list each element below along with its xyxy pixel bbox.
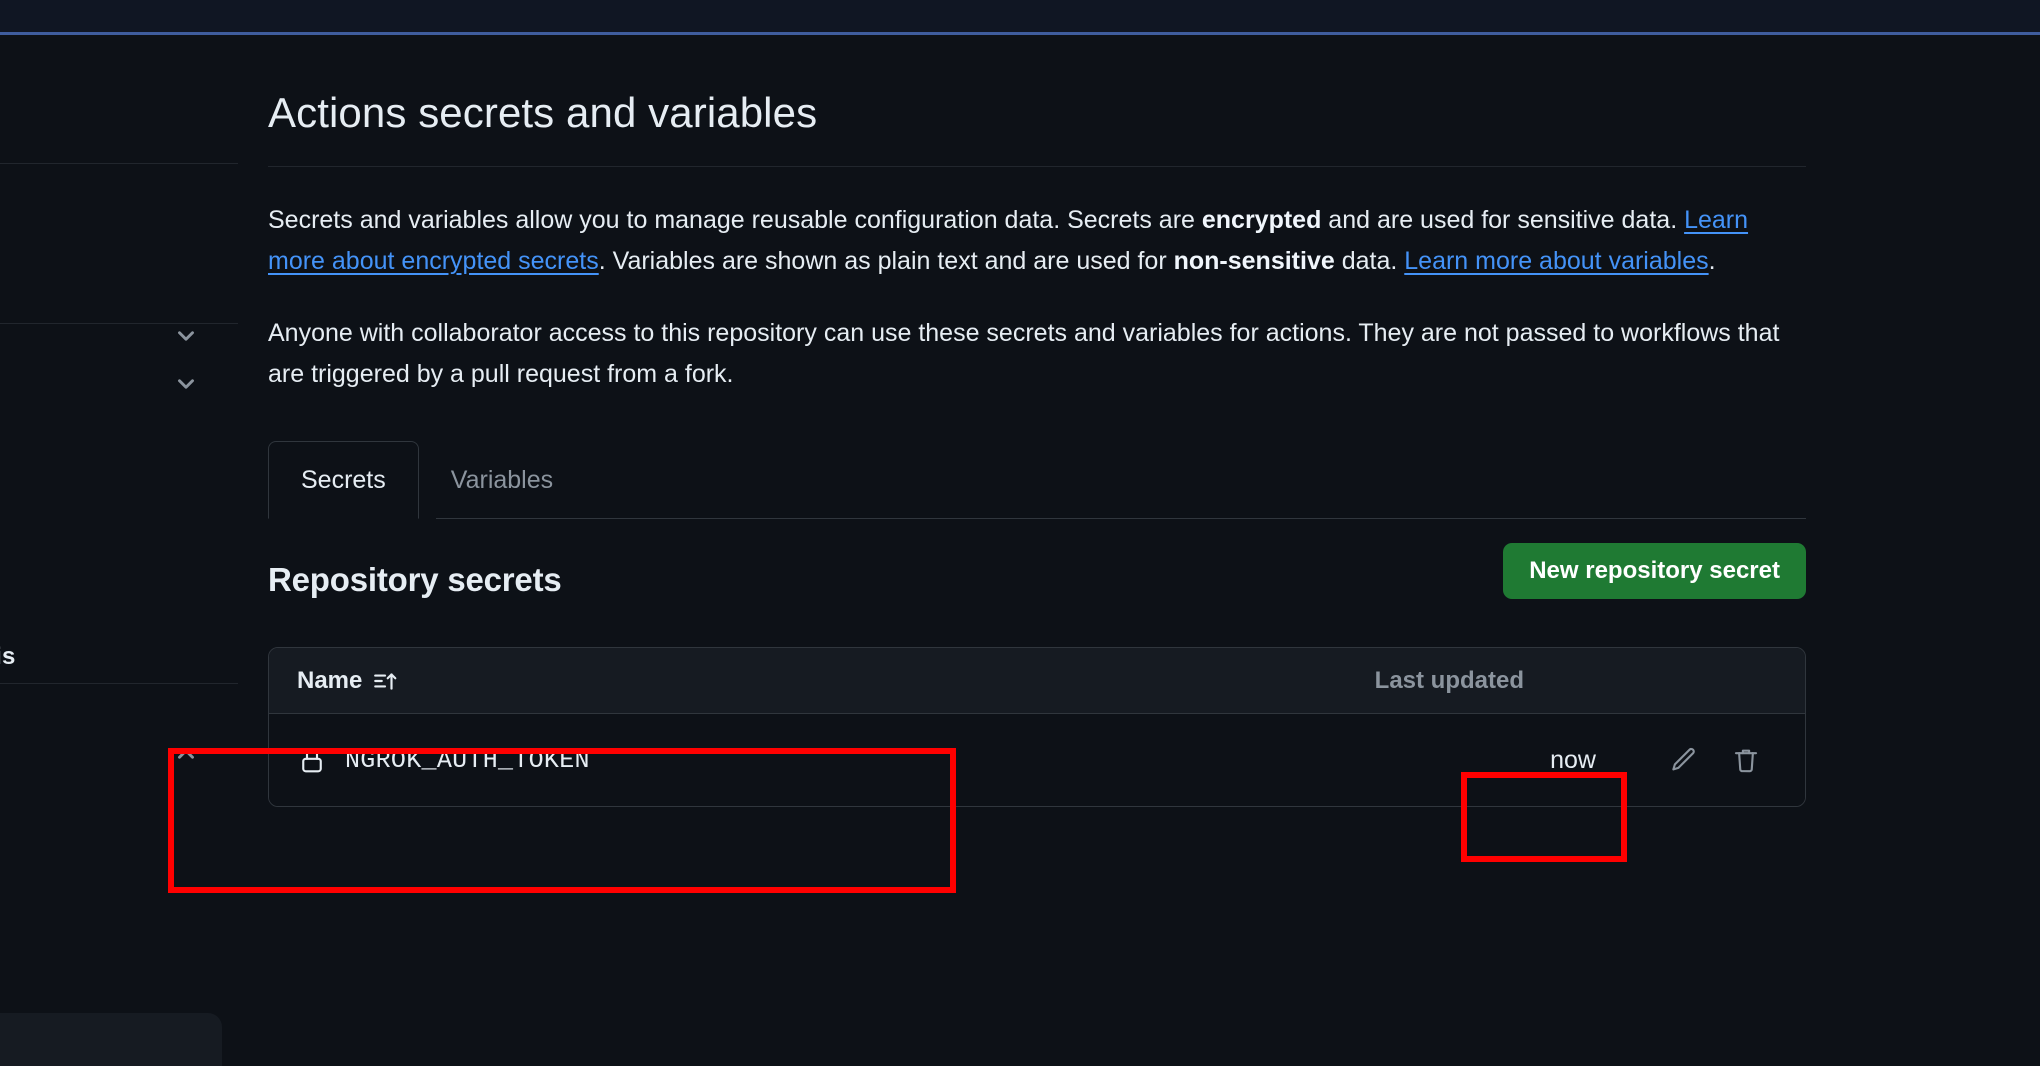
tab-variables-label: Variables: [450, 465, 554, 494]
delete-secret-button[interactable]: [1715, 729, 1777, 791]
sort-ascending-icon[interactable]: [372, 668, 398, 694]
table-row: NGROK_AUTH_TOKEN now: [269, 714, 1805, 807]
pencil-icon: [1672, 748, 1695, 771]
secrets-table-header: Name Last updated: [269, 648, 1805, 715]
chevron-down-icon[interactable]: [173, 323, 199, 349]
intro-text-part5: .: [1708, 247, 1716, 276]
tab-bar: Secrets Variables: [268, 441, 1806, 520]
tab-secrets[interactable]: Secrets: [268, 441, 419, 520]
link-learn-more-variables[interactable]: Learn more about variables: [1404, 247, 1708, 275]
intro-bold-non-sensitive: non-sensitive: [1173, 247, 1335, 276]
intro-bold-encrypted: encrypted: [1201, 206, 1322, 235]
intro-text-part2: and are used for sensitive data.: [1321, 206, 1685, 235]
secrets-table: Name Last updated NGROK_AUTH_TOKEN now: [268, 647, 1806, 808]
intro-text-part1: Secrets and variables allow you to manag…: [268, 206, 1202, 235]
tab-bar-underline: [436, 518, 1806, 520]
edit-secret-button[interactable]: [1653, 729, 1715, 791]
app-root: ysis Actions secrets and variables Secre…: [0, 0, 2040, 1066]
settings-sidebar: ysis: [0, 38, 240, 1066]
column-header-last-updated: Last updated: [1374, 666, 1524, 694]
tab-variables[interactable]: Variables: [419, 441, 585, 519]
section-title: Repository secrets: [268, 561, 562, 599]
sidebar-active-item[interactable]: [0, 1013, 222, 1066]
row-actions: now: [1493, 729, 1777, 791]
secret-name[interactable]: NGROK_AUTH_TOKEN: [345, 746, 590, 775]
sidebar-divider: [0, 323, 238, 324]
secret-last-updated: now: [1550, 745, 1596, 774]
intro-text-part4: data.: [1334, 247, 1405, 276]
trash-icon: [1734, 749, 1758, 773]
title-divider: [268, 166, 1806, 168]
chevron-up-icon[interactable]: [173, 741, 199, 767]
column-header-name-label: Name: [297, 666, 363, 694]
intro-text-part3: . Variables are shown as plain text and …: [598, 247, 1174, 276]
column-header-name[interactable]: Name: [297, 667, 398, 695]
sidebar-divider: [0, 163, 238, 164]
new-repository-secret-button[interactable]: New repository secret: [1503, 543, 1806, 600]
tab-secrets-label: Secrets: [301, 465, 386, 494]
page-title: Actions secrets and variables: [268, 89, 818, 136]
sidebar-divider: [0, 683, 238, 684]
top-navigation-bar: [0, 0, 2040, 35]
collaborator-note: Anyone with collaborator access to this …: [268, 319, 1780, 389]
chevron-down-icon[interactable]: [173, 371, 199, 397]
lock-icon: [302, 748, 322, 773]
main-content: Actions secrets and variables Secrets an…: [268, 38, 1806, 808]
repository-secrets-header: Repository secrets New repository secret: [268, 543, 1806, 619]
sidebar-item-code-security-and-analysis[interactable]: ysis: [0, 643, 16, 671]
intro-paragraph: Secrets and variables allow you to manag…: [268, 200, 1788, 282]
